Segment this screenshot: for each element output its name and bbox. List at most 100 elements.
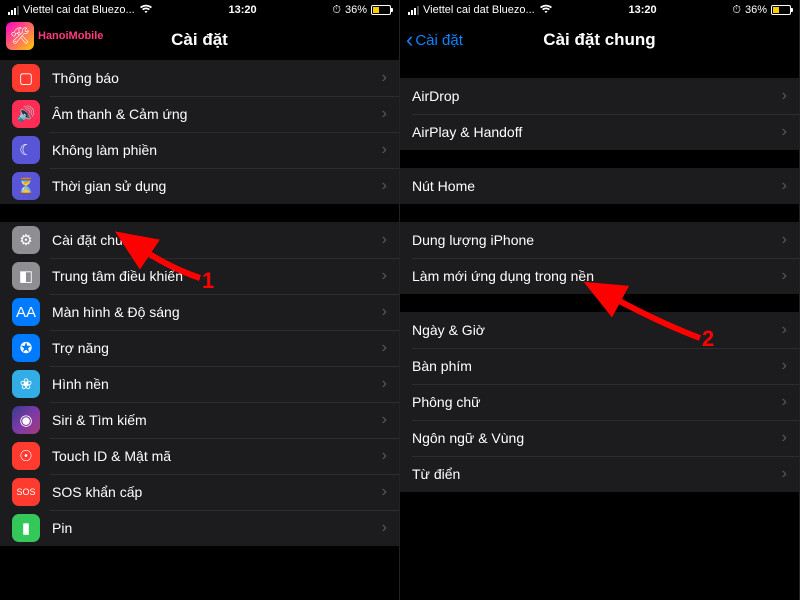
battery-icon: ▮ [12,514,40,542]
chevron-right-icon: › [782,357,787,375]
chevron-right-icon: › [382,141,387,159]
screen-general: Viettel cai dat Bluezo... 13:20 ⏱ 36% ‹ … [400,0,800,600]
settings-row[interactable]: SOSSOS khẩn cấp› [0,474,399,510]
battery-pct: 36% [345,4,367,16]
row-label: Trung tâm điều khiển [52,268,382,284]
row-label: Thông báo [52,70,382,86]
gear-icon: ⚙ [12,226,40,254]
chevron-right-icon: › [782,231,787,249]
carrier-label: Viettel cai dat Bluezo... [423,4,535,16]
settings-row[interactable]: AirPlay & Handoff› [400,114,799,150]
row-label: Bàn phím [412,358,782,374]
row-label: Pin [52,520,382,536]
settings-row[interactable]: ❀ Hình nền› [0,366,399,402]
chevron-right-icon: › [382,231,387,249]
page-title: Cài đặt [171,30,228,50]
chevron-right-icon: › [382,303,387,321]
row-label: Màn hình & Độ sáng [52,304,382,320]
touchid-icon: ☉ [12,442,40,470]
settings-row[interactable]: AA Màn hình & Độ sáng› [0,294,399,330]
battery-icon [771,5,791,15]
settings-row[interactable]: ▢ Thông báo› [0,60,399,96]
chevron-right-icon: › [782,465,787,483]
alarm-icon: ⏱ [732,4,741,17]
battery-icon [371,5,391,15]
settings-row[interactable]: ▮ Pin› [0,510,399,546]
screen-settings: Viettel cai dat Bluezo... 13:20 ⏱ 36% 🛠 … [0,0,400,600]
chevron-right-icon: › [382,267,387,285]
moon-icon: ☾ [12,136,40,164]
settings-row[interactable]: Bàn phím› [400,348,799,384]
status-bar: Viettel cai dat Bluezo... 13:20 ⏱ 36% [400,0,799,20]
settings-row[interactable]: ✪Trợ năng› [0,330,399,366]
logo: 🛠 HanoiMobile [6,22,103,50]
chevron-right-icon: › [382,105,387,123]
settings-row[interactable]: Nút Home› [400,168,799,204]
settings-row[interactable]: ☾ Không làm phiền› [0,132,399,168]
settings-row[interactable]: ◉ Siri & Tìm kiếm› [0,402,399,438]
row-label: Siri & Tìm kiếm [52,412,382,428]
chevron-right-icon: › [382,519,387,537]
display-icon: AA [12,298,40,326]
row-label: AirPlay & Handoff [412,124,782,140]
row-label: Touch ID & Mật mã [52,448,382,464]
chevron-left-icon: ‹ [406,29,413,51]
row-label: Không làm phiền [52,142,382,158]
status-bar: Viettel cai dat Bluezo... 13:20 ⏱ 36% [0,0,399,20]
settings-row[interactable]: Làm mới ứng dụng trong nền› [400,258,799,294]
nav-header-right: ‹ Cài đặt Cài đặt chung [400,20,799,60]
logo-text: HanoiMobile [38,30,103,42]
control-center-icon: ◧ [12,262,40,290]
settings-row[interactable]: ◧ Trung tâm điều khiển› [0,258,399,294]
signal-icon [408,6,419,15]
settings-row[interactable]: Ngày & Giờ› [400,312,799,348]
sound-icon: 🔊 [12,100,40,128]
chevron-right-icon: › [782,321,787,339]
back-label: Cài đặt [415,32,463,49]
chevron-right-icon: › [382,447,387,465]
notification-icon: ▢ [12,64,40,92]
settings-row[interactable]: Dung lượng iPhone› [400,222,799,258]
row-label: Nút Home [412,178,782,194]
row-label: Dung lượng iPhone [412,232,782,248]
row-label: Hình nền [52,376,382,392]
chevron-right-icon: › [782,177,787,195]
settings-row[interactable]: 🔊 Âm thanh & Cảm ứng› [0,96,399,132]
row-label: Âm thanh & Cảm ứng [52,106,382,122]
siri-icon: ◉ [12,406,40,434]
sos-icon: SOS [12,478,40,506]
signal-icon [8,6,19,15]
settings-row[interactable]: Từ điển› [400,456,799,492]
settings-row[interactable]: ⏳Thời gian sử dụng› [0,168,399,204]
chevron-right-icon: › [782,429,787,447]
chevron-right-icon: › [782,393,787,411]
carrier-label: Viettel cai dat Bluezo... [23,4,135,16]
settings-row[interactable]: ☉ Touch ID & Mật mã› [0,438,399,474]
row-label: Trợ năng [52,340,382,356]
row-label: Thời gian sử dụng [52,178,382,194]
row-label: Ngôn ngữ & Vùng [412,430,782,446]
chevron-right-icon: › [382,177,387,195]
alarm-icon: ⏱ [332,4,341,17]
settings-row[interactable]: Phông chữ› [400,384,799,420]
logo-icon: 🛠 [6,22,34,50]
settings-row[interactable]: ⚙ Cài đặt chung› [0,222,399,258]
chevron-right-icon: › [382,69,387,87]
row-label: Từ điển [412,466,782,482]
row-label: Ngày & Giờ [412,322,782,338]
chevron-right-icon: › [382,411,387,429]
row-label: Phông chữ [412,394,782,410]
accessibility-icon: ✪ [12,334,40,362]
back-button[interactable]: ‹ Cài đặt [406,20,463,60]
settings-row[interactable]: AirDrop› [400,78,799,114]
row-label: Cài đặt chung [52,232,382,248]
chevron-right-icon: › [382,375,387,393]
settings-row[interactable]: Ngôn ngữ & Vùng› [400,420,799,456]
status-time: 13:20 [228,4,256,16]
battery-pct: 36% [745,4,767,16]
wifi-icon [139,3,153,17]
wifi-icon [539,3,553,17]
wallpaper-icon: ❀ [12,370,40,398]
chevron-right-icon: › [382,483,387,501]
settings-list: ▢Thông báo›🔊Âm thanh & Cảm ứng›☾Không là… [0,60,399,600]
